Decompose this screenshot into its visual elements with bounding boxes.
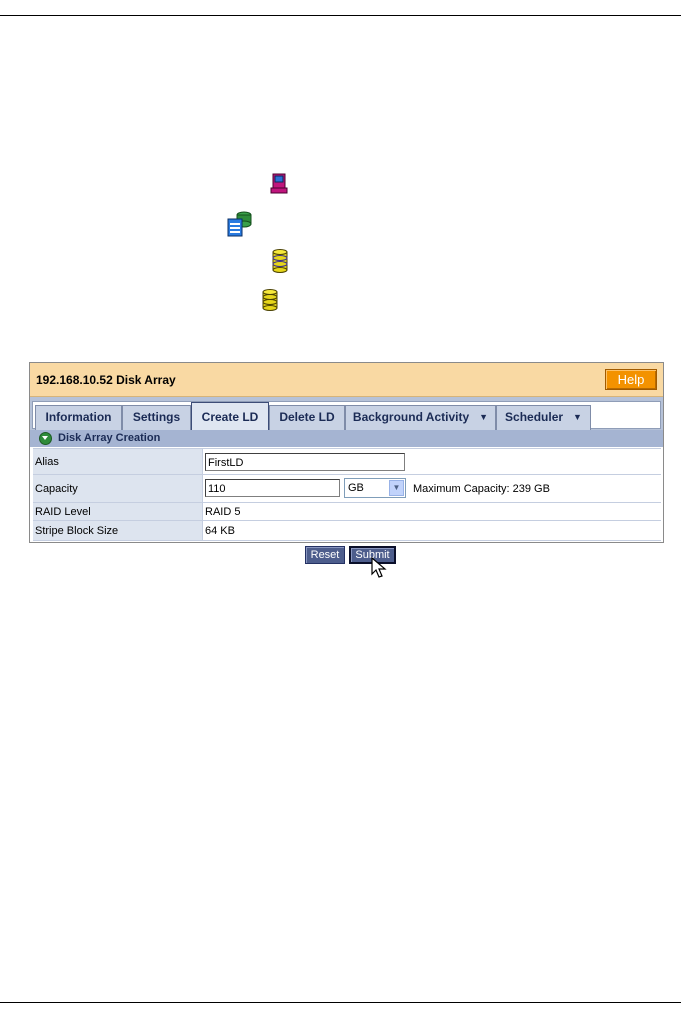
subsystem-icon[interactable] <box>269 171 289 195</box>
alias-row: Alias FirstLD <box>33 448 661 474</box>
tab-strip: Information Settings Create LD Delete LD… <box>32 401 661 432</box>
tab-bar: Information Settings Create LD Delete LD… <box>30 397 663 432</box>
tab-scheduler[interactable]: Scheduler ▼ <box>496 405 591 430</box>
alias-label: Alias <box>33 449 203 474</box>
tab-background-activity[interactable]: Background Activity ▼ <box>345 405 496 430</box>
capacity-row: Capacity 110 GB ▼ Maximum Capacity: 239 … <box>33 474 661 502</box>
section-title: Disk Array Creation <box>58 432 161 444</box>
alias-value-cell: FirstLD <box>205 449 661 474</box>
chevron-down-icon: ▼ <box>479 412 489 422</box>
tab-delete-ld[interactable]: Delete LD <box>269 405 345 430</box>
bottom-rule <box>0 1002 681 1003</box>
reset-button[interactable]: Reset <box>305 546 345 564</box>
alias-input[interactable]: FirstLD <box>205 453 405 471</box>
capacity-label: Capacity <box>33 475 203 502</box>
stripe-block-size-label: Stripe Block Size <box>33 521 203 540</box>
stripe-block-size-row: Stripe Block Size 64 KB <box>33 520 661 541</box>
raid-level-row: RAID Level RAID 5 <box>33 502 661 520</box>
raid-level-label: RAID Level <box>33 503 203 520</box>
capacity-value-cell: 110 GB ▼ Maximum Capacity: 239 GB <box>205 475 661 502</box>
capacity-input[interactable]: 110 <box>205 479 340 497</box>
tab-scheduler-label: Scheduler <box>505 410 564 424</box>
disk-array-icon[interactable] <box>270 249 290 273</box>
disk-array-panel: 192.168.10.52 Disk Array Help Informatio… <box>29 362 664 543</box>
chevron-down-icon: ▼ <box>573 412 582 422</box>
tab-information-label: Information <box>45 410 112 424</box>
tab-delete-ld-label: Delete LD <box>279 410 335 424</box>
panel-title: 192.168.10.52 Disk Array <box>36 373 176 387</box>
panel-header: 192.168.10.52 Disk Array Help <box>30 363 663 397</box>
tab-create-ld-label: Create LD <box>201 410 259 424</box>
tab-information[interactable]: Information <box>35 405 122 430</box>
tab-settings[interactable]: Settings <box>122 405 191 430</box>
section-bar[interactable]: Disk Array Creation <box>30 430 663 447</box>
disk-arrays-icon[interactable] <box>226 210 254 238</box>
tab-background-activity-label: Background Activity <box>352 410 470 424</box>
mouse-pointer-icon <box>371 557 387 578</box>
capacity-unit-select[interactable]: GB ▼ <box>344 478 406 498</box>
tab-settings-label: Settings <box>132 410 181 424</box>
top-rule <box>0 15 681 16</box>
help-button[interactable]: Help <box>605 369 657 390</box>
max-capacity-text: Maximum Capacity: 239 GB <box>413 483 550 495</box>
logical-drive-icon[interactable] <box>260 289 280 313</box>
tab-create-ld[interactable]: Create LD <box>191 402 269 432</box>
chevron-down-icon[interactable]: ▼ <box>389 480 404 496</box>
capacity-unit-value: GB <box>348 482 364 494</box>
collapse-arrow-icon[interactable] <box>39 432 52 445</box>
stripe-block-size-value: 64 KB <box>205 525 235 537</box>
raid-level-value: RAID 5 <box>205 506 241 518</box>
